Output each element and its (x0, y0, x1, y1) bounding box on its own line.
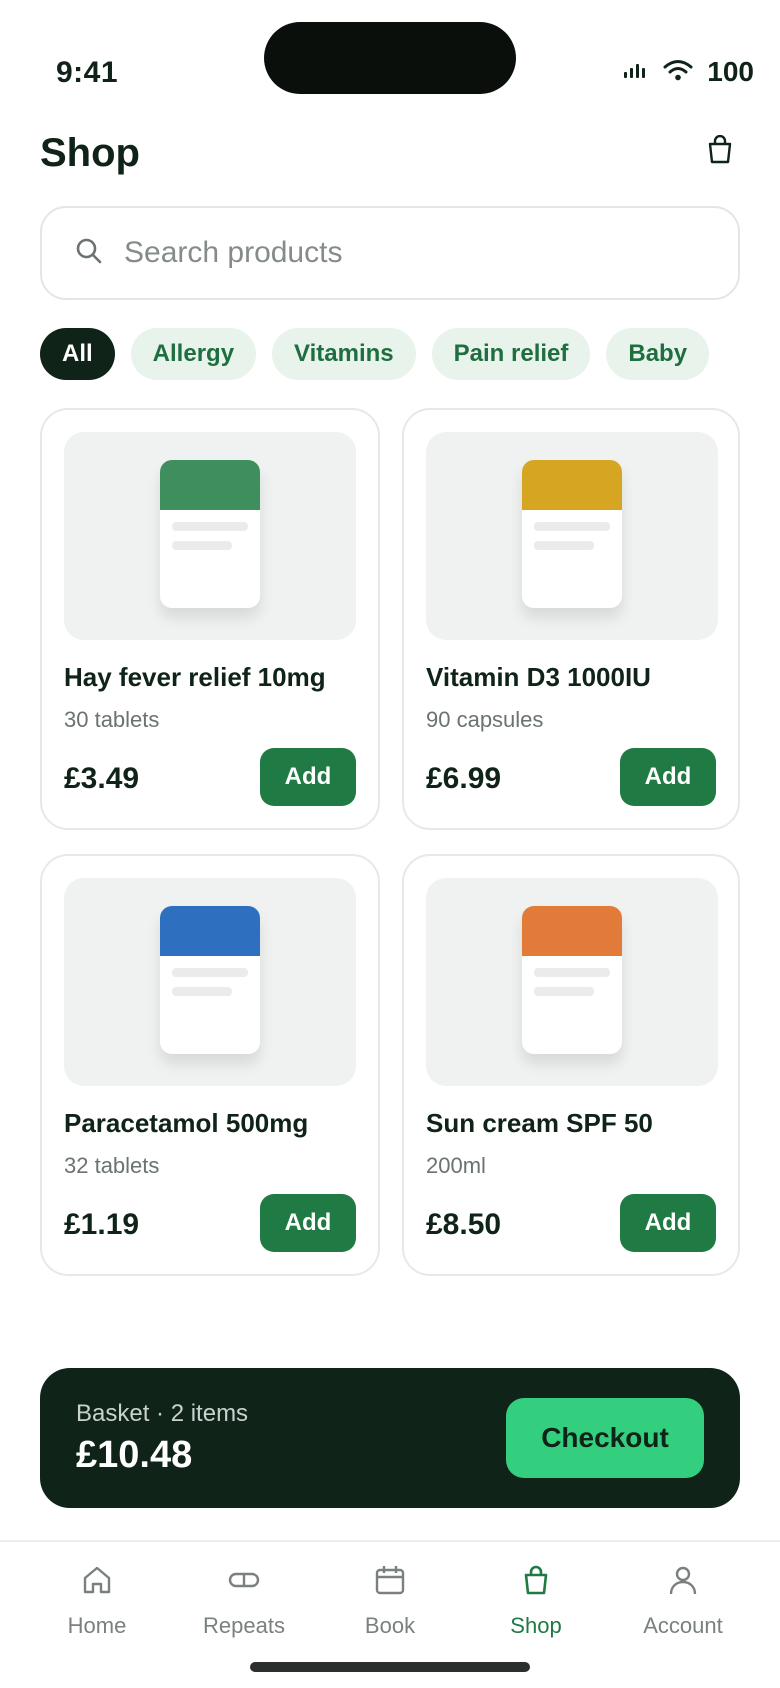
checkout-button[interactable]: Checkout (506, 1398, 704, 1478)
search-icon (74, 236, 104, 271)
product-image (426, 432, 718, 640)
person-icon (667, 1564, 699, 1601)
tab-label: Shop (510, 1613, 562, 1638)
product-bottle-illustration (522, 460, 622, 608)
product-card[interactable]: Hay fever relief 10mg 30 tablets £3.49 A… (40, 408, 380, 830)
product-price: £1.19 (64, 1208, 140, 1241)
label-line (172, 522, 248, 531)
category-filters: All Allergy Vitamins Pain relief Baby (40, 328, 710, 380)
bottle-cap (160, 460, 260, 510)
bottle-cap (160, 906, 260, 956)
shopping-bag-icon (707, 134, 733, 170)
product-image (64, 432, 356, 640)
status-bar: 9:41 100 (0, 0, 780, 110)
basket-summary-bar: Basket · 2 items £10.48 Checkout (40, 1368, 740, 1508)
add-to-basket-button[interactable]: Add (620, 1194, 716, 1252)
product-card[interactable]: Vitamin D3 1000IU 90 capsules £6.99 Add (402, 408, 740, 830)
product-bottle-illustration (160, 460, 260, 608)
filter-chip-all[interactable]: All (40, 328, 115, 380)
search-bar (40, 206, 740, 300)
add-to-basket-button[interactable]: Add (260, 1194, 356, 1252)
product-price: £6.99 (426, 762, 502, 795)
battery-level: 100 (707, 56, 754, 87)
search-input[interactable] (124, 236, 684, 270)
product-description: 90 capsules (426, 707, 544, 732)
label-line (534, 522, 610, 531)
product-image (64, 878, 356, 1086)
basket-item-count: Basket · 2 items (76, 1400, 249, 1427)
label-line (534, 541, 594, 550)
filter-chip-allergy[interactable]: Allergy (130, 328, 257, 380)
tab-home[interactable]: Home (27, 1564, 167, 1639)
product-grid: Hay fever relief 10mg 30 tablets £3.49 A… (40, 408, 740, 1276)
basket-total: £10.48 (76, 1434, 193, 1476)
filter-chip-vitamins[interactable]: Vitamins (272, 328, 416, 380)
signal-icon (623, 60, 649, 85)
product-price: £3.49 (64, 762, 140, 795)
tab-label: Account (643, 1613, 723, 1638)
label-line (534, 987, 594, 996)
product-price: £8.50 (426, 1208, 502, 1241)
tab-label: Book (364, 1613, 416, 1638)
add-to-basket-button[interactable]: Add (620, 748, 716, 806)
tab-account[interactable]: Account (613, 1564, 753, 1639)
wifi-icon (663, 59, 693, 86)
tab-label: Home (67, 1613, 127, 1638)
product-name: Paracetamol 500mg (64, 1108, 309, 1138)
product-description: 200ml (426, 1153, 486, 1178)
product-card[interactable]: Paracetamol 500mg 32 tablets £1.19 Add (40, 854, 380, 1276)
shopping-bag-icon (520, 1564, 552, 1601)
page-header: Shop (40, 128, 740, 178)
basket-button[interactable] (700, 132, 740, 172)
product-name: Hay fever relief 10mg (64, 662, 326, 692)
pill-icon (228, 1564, 260, 1601)
tab-book[interactable]: Book (320, 1564, 460, 1639)
home-indicator[interactable] (250, 1662, 530, 1672)
label-line (172, 987, 232, 996)
product-name: Vitamin D3 1000IU (426, 662, 651, 692)
label-line (172, 541, 232, 550)
product-bottle-illustration (160, 906, 260, 1054)
calendar-icon (374, 1564, 406, 1601)
home-icon (81, 1564, 113, 1601)
product-description: 30 tablets (64, 707, 160, 732)
dynamic-island (264, 22, 516, 94)
status-indicators: 100 (623, 56, 754, 88)
tab-label: Repeats (203, 1613, 285, 1638)
tab-repeats[interactable]: Repeats (174, 1564, 314, 1639)
label-line (172, 968, 248, 977)
product-card[interactable]: Sun cream SPF 50 200ml £8.50 Add (402, 854, 740, 1276)
filter-chip-pain-relief[interactable]: Pain relief (431, 328, 591, 380)
filter-chip-baby[interactable]: Baby (606, 328, 710, 380)
product-image (426, 878, 718, 1086)
status-time: 9:41 (56, 56, 119, 89)
bottle-cap (522, 460, 622, 510)
product-name: Sun cream SPF 50 (426, 1108, 653, 1138)
add-to-basket-button[interactable]: Add (260, 748, 356, 806)
bottle-cap (522, 906, 622, 956)
page-title: Shop (40, 131, 140, 175)
product-bottle-illustration (522, 906, 622, 1054)
label-line (534, 968, 610, 977)
product-description: 32 tablets (64, 1153, 160, 1178)
tab-shop[interactable]: Shop (466, 1564, 606, 1639)
